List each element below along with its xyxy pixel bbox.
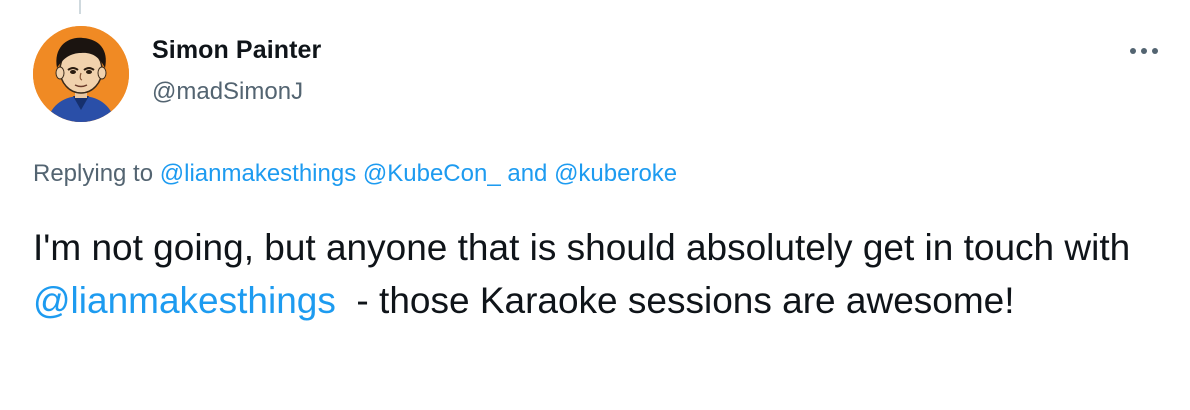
reply-mention-kubecon[interactable]: @KubeCon_ <box>363 160 501 187</box>
avatar[interactable] <box>33 26 129 122</box>
reply-mention-lianmakesthings[interactable]: @lianmakesthings <box>160 160 356 187</box>
reply-mention-kuberoke[interactable]: @kuberoke <box>554 160 677 187</box>
reply-joiner: and <box>507 160 548 187</box>
tweet-text-part-1: I'm not going, but anyone that is should… <box>33 227 1131 268</box>
more-options-button[interactable] <box>1122 36 1166 66</box>
avatar-illustration <box>33 26 129 122</box>
tweet-text-part-2: - those Karaoke sessions are awesome! <box>335 280 1015 321</box>
replying-to-label: Replying to <box>33 160 154 187</box>
tweet-text: I'm not going, but anyone that is should… <box>33 221 1163 327</box>
tweet-mention-lianmakesthings[interactable]: @lianmakesthings <box>33 280 336 321</box>
replying-to-line: Replying to @lianmakesthings @KubeCon_ a… <box>33 160 677 188</box>
author-handle[interactable]: @madSimonJ <box>152 78 303 106</box>
author-name[interactable]: Simon Painter <box>152 36 321 65</box>
more-horizontal-icon <box>1130 48 1158 54</box>
thread-connector-line <box>79 0 81 14</box>
